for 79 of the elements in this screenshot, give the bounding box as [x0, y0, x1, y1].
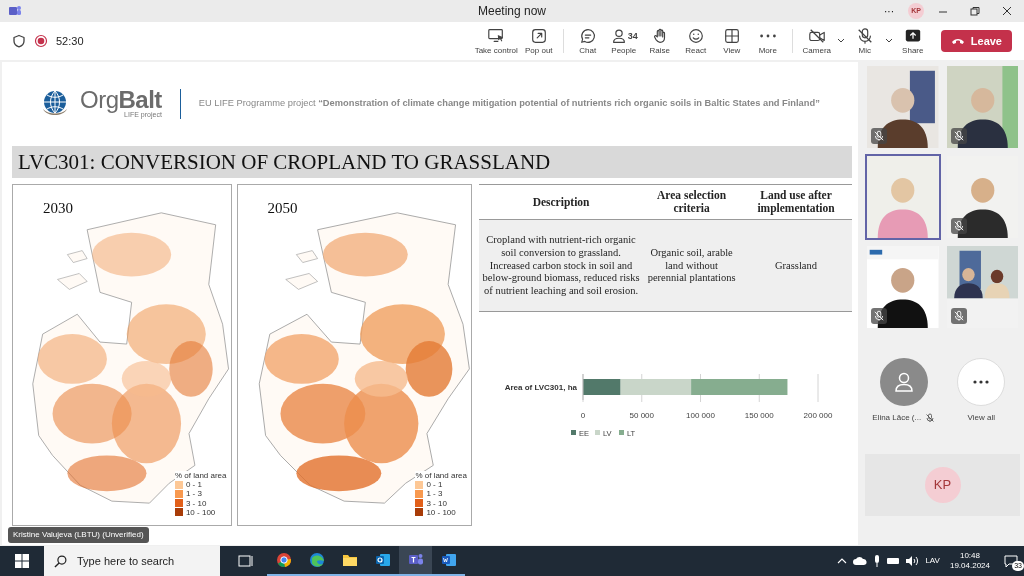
axis-tick-label: 200 000 [803, 411, 833, 421]
microphone-icon[interactable] [873, 555, 882, 567]
axis-tick-label: 0 [580, 411, 586, 421]
legend-label: 1 - 3 [185, 489, 202, 499]
smiley-icon [686, 27, 705, 45]
column-header: Area selection criteria [643, 184, 741, 220]
take-control-icon [487, 27, 506, 45]
axis-tick-label: 50 000 [629, 411, 654, 421]
take-control-button[interactable]: Take control [471, 27, 521, 55]
user-avatar: KP [924, 467, 961, 503]
legend-label: 3 - 10 [185, 498, 207, 508]
table-cell: Grassland [740, 219, 852, 312]
map-year-label: 2030 [43, 199, 73, 218]
search-field[interactable]: Type here to search [75, 551, 205, 571]
browser-icon [308, 552, 325, 568]
chat-button[interactable]: Chat [569, 27, 606, 55]
more-icon [759, 34, 776, 38]
camera-button[interactable]: Camera [798, 27, 835, 55]
teams-button[interactable] [399, 546, 432, 576]
category-label: Area of LVC301, ha [504, 383, 577, 393]
close-icon [1001, 6, 1013, 16]
legend-title: % of land area [174, 471, 227, 481]
pop-out-button[interactable]: Pop out [520, 27, 557, 55]
legend-label: 10 - 100 [185, 507, 216, 517]
map-year-label: 2050 [267, 199, 298, 218]
legend-label: 1 - 3 [426, 489, 443, 499]
window-title: Meeting now [477, 3, 546, 20]
legend-title: % of land area [415, 471, 467, 481]
mail-icon [374, 552, 391, 568]
language-indicator[interactable]: LAV [925, 555, 940, 567]
more-options-button[interactable]: ··· [876, 1, 902, 21]
browser-icon [275, 552, 292, 568]
pop-out-icon [529, 27, 548, 45]
react-button[interactable]: React [677, 27, 714, 55]
legend-label: 0 - 1 [185, 480, 202, 490]
task-view-icon [236, 553, 253, 569]
cloud-icon[interactable] [853, 556, 868, 566]
teams-icon [407, 552, 424, 568]
chevron-down-icon [836, 38, 845, 44]
column-header: Land use after implementation [740, 184, 852, 220]
leave-button[interactable]: Leave [940, 30, 1012, 52]
legend-label: 0 - 1 [426, 480, 443, 490]
view-button[interactable]: View [713, 27, 750, 55]
participant-name: Elina Lāce (... [872, 412, 922, 424]
chat-icon [578, 27, 597, 45]
windows-icon [15, 554, 29, 568]
chevron-down-icon [884, 38, 893, 44]
participant-avatar[interactable] [879, 358, 928, 406]
slide-title: LVC301: CONVERSION OF CROPLAND TO GRASSLAND [12, 146, 852, 178]
restore-icon [969, 6, 981, 16]
legend-label: 3 - 10 [426, 498, 447, 508]
document-icon [440, 552, 457, 568]
column-header: Description [479, 184, 644, 220]
presenter-name-label: Kristine Valujeva (LBTU) (Unverified) [8, 527, 149, 543]
axis-tick-label: 100 000 [686, 411, 715, 421]
table-cell: Cropland with nutrient-rich organic soil conversion to grassland. Increased carbon stock in soil and below-ground biomass, reduced risks of nutrient leaching and soil erosion. [479, 219, 644, 312]
axis-tick-label: 150 000 [744, 411, 774, 421]
shield-icon [12, 34, 26, 48]
grid-icon [722, 27, 741, 45]
meeting-timer: 52:30 [56, 33, 84, 49]
teams-icon [8, 4, 22, 18]
project-description: EU LIFE Programme project “Demonstration of climate change mitigation potential of nutrients rich organic soils in Baltic States and Finland” [198, 97, 820, 111]
search-bar[interactable]: Type here to search [44, 546, 220, 576]
logo-text: OrgBalt [80, 87, 162, 112]
mic-button[interactable]: Mic [846, 27, 883, 55]
camera-off-icon [807, 27, 826, 45]
raise-hand-button[interactable]: Raise [641, 27, 678, 55]
chevron-up-icon[interactable] [837, 557, 848, 565]
search-icon [54, 554, 67, 568]
speaker-icon[interactable] [905, 555, 920, 567]
people-button[interactable]: 34 People [605, 27, 642, 55]
view-all-label: View all [967, 412, 995, 424]
table-cell: Organic soil, arable land without perennial plantations [643, 219, 741, 312]
more-button[interactable]: More [749, 27, 786, 55]
share-button[interactable]: Share [894, 27, 931, 55]
phone-hangup-icon [950, 37, 965, 45]
clock[interactable]: 10:48 19.04.2024 [949, 550, 990, 572]
legend-label: 10 - 100 [426, 507, 456, 517]
folder-icon [341, 552, 358, 568]
